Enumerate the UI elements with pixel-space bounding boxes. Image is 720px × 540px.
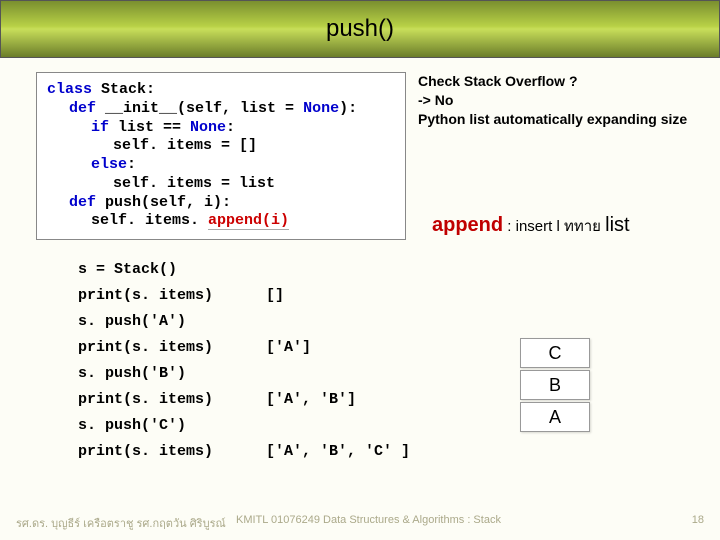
code-text: self. items = [] — [113, 137, 257, 154]
demo-output: ['A', 'B'] — [266, 392, 446, 407]
code-line: def push(self, i): — [47, 194, 395, 213]
stack-visual: C B A — [520, 338, 590, 434]
demo-row: s. push('C') — [78, 412, 700, 438]
demo-output: ['A', 'B', 'C' ] — [266, 444, 446, 459]
code-line: self. items = list — [47, 175, 395, 194]
code-line: class Stack: — [47, 81, 395, 100]
code-line: self. items. append(i) — [47, 212, 395, 231]
demo-code: print(s. items) — [78, 340, 266, 355]
demo-row: print(s. items) ['A', 'B'] — [78, 386, 700, 412]
code-text: () — [159, 261, 177, 278]
class-code-box: class Stack: def __init__(self, list = N… — [36, 72, 406, 240]
demo-code: s. push('C') — [78, 418, 266, 433]
demo-code: s. push('A') — [78, 314, 266, 329]
overflow-note: Check Stack Overflow ? -> No Python list… — [418, 72, 687, 129]
title-bar: push() — [0, 0, 720, 58]
code-text: __init__(self, list = — [105, 100, 303, 117]
code-line: self. items = [] — [47, 137, 395, 156]
class-name: Stack — [101, 81, 146, 98]
demo-row: s. push('A') — [78, 308, 700, 334]
code-line: def __init__(self, list = None): — [47, 100, 395, 119]
demo-code: print(s. items) — [78, 444, 266, 459]
demo-row: print(s. items) ['A'] — [78, 334, 700, 360]
code-text: : — [226, 119, 235, 136]
colon: : — [146, 81, 155, 98]
overflow-line: -> No — [418, 91, 687, 110]
code-text: list == — [118, 119, 190, 136]
slide-title: push() — [326, 15, 394, 43]
overflow-line: Check Stack Overflow ? — [418, 72, 687, 91]
append-annotation: append : insert l ททาย list — [432, 214, 630, 238]
demo-row: s. push('B') — [78, 360, 700, 386]
append-desc: : insert l ททาย — [503, 218, 605, 235]
stack-cell-bottom: A — [520, 402, 590, 432]
kw-if: if — [91, 119, 118, 136]
footer-page: 18 — [664, 514, 704, 532]
slide-footer: รศ.ดร. บุญธีร์ เครือตราชู รศ.กฤตวัน ศิริ… — [0, 514, 720, 532]
overflow-line: Python list automatically expanding size — [418, 110, 687, 129]
code-line: if list == None: — [47, 119, 395, 138]
code-text: self. items = list — [113, 175, 275, 192]
demo-block: s = Stack() print(s. items) [] s. push('… — [78, 256, 700, 464]
stack-cell-mid: B — [520, 370, 590, 400]
kw-def: def — [69, 194, 105, 211]
list-word: list — [605, 214, 629, 236]
kw-def: def — [69, 100, 105, 117]
code-text: self. items. — [91, 212, 208, 229]
code-text: s = — [78, 261, 114, 278]
class-ref: Stack — [114, 261, 159, 278]
demo-code: s. push('B') — [78, 366, 266, 381]
footer-course: KMITL 01076249 Data Structures & Algorit… — [236, 514, 664, 532]
demo-row: print(s. items) ['A', 'B', 'C' ] — [78, 438, 700, 464]
code-text: push(self, i): — [105, 194, 231, 211]
demo-row: s = Stack() — [78, 256, 700, 282]
code-text: : — [127, 156, 136, 173]
demo-code: print(s. items) — [78, 288, 266, 303]
demo-output: [] — [266, 288, 446, 303]
code-line: else: — [47, 156, 395, 175]
kw-none: None — [303, 100, 339, 117]
code-text: ): — [339, 100, 357, 117]
kw-class: class — [47, 81, 101, 98]
demo-code: s = Stack() — [78, 262, 266, 277]
demo-code: print(s. items) — [78, 392, 266, 407]
stack-cell-top: C — [520, 338, 590, 368]
content-area: class Stack: def __init__(self, list = N… — [0, 58, 720, 464]
kw-none: None — [190, 119, 226, 136]
append-word: append — [432, 214, 503, 236]
footer-authors: รศ.ดร. บุญธีร์ เครือตราชู รศ.กฤตวัน ศิริ… — [16, 514, 236, 532]
append-call: append(i) — [208, 212, 289, 230]
demo-output: ['A'] — [266, 340, 446, 355]
demo-row: print(s. items) [] — [78, 282, 700, 308]
kw-else: else — [91, 156, 127, 173]
